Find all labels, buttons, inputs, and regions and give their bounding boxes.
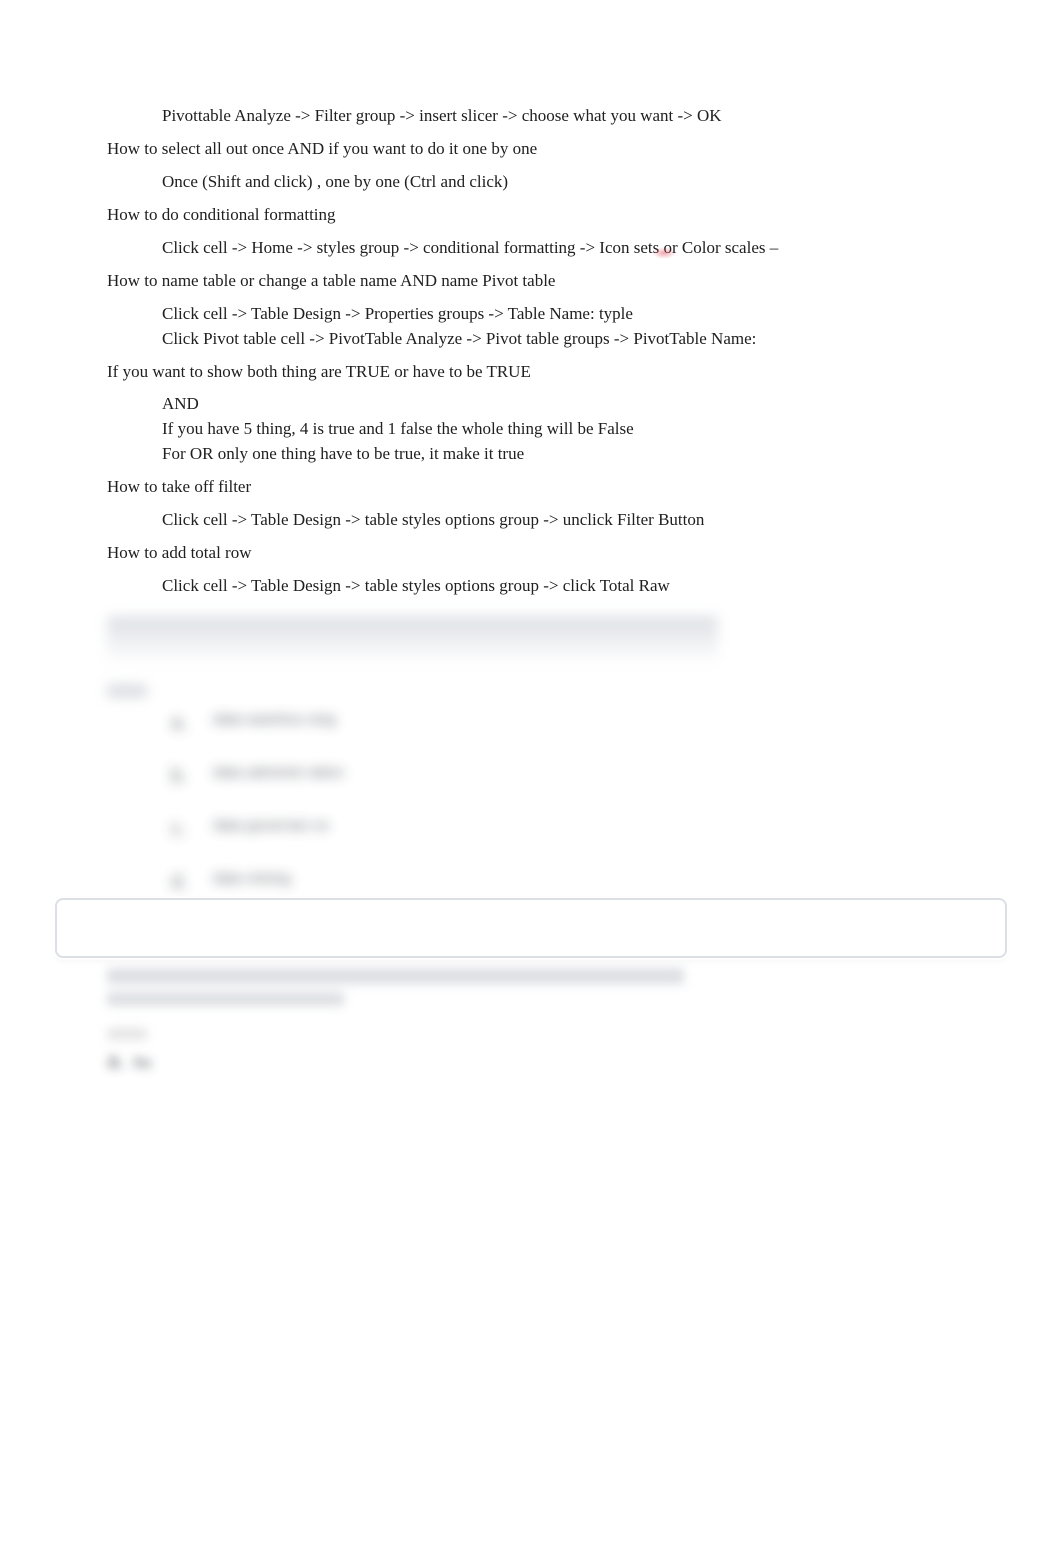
bullet-list: Click cell -> Table Design -> table styl…: [107, 575, 955, 598]
answer-letter: d.: [171, 869, 187, 896]
list-item-text: Click cell -> Home -> styles group -> co…: [162, 237, 778, 260]
text-span: or Color scales –: [664, 238, 779, 257]
list-item: AND: [107, 393, 955, 416]
heading-select-all: How to select all out once AND if you wa…: [107, 138, 955, 161]
paywall-overlay-bar: [55, 898, 1007, 958]
document-page: Pivottable Analyze -> Filter group -> in…: [0, 0, 1062, 1561]
blurred-preview: a. data warehou sing b. data administ ra…: [57, 616, 1005, 1086]
answer-row: d. data mining: [171, 869, 955, 896]
ghost-question-heading: [107, 616, 718, 664]
answer-letter: a.: [171, 710, 187, 737]
answer-letter: a.: [107, 1046, 129, 1076]
ghost-question2-subheading: [107, 992, 344, 1006]
answer-row: c. data governan ce: [171, 816, 955, 843]
heading-conditional-formatting: How to do conditional formatting: [107, 204, 955, 227]
heading-add-total-row: How to add total row: [107, 542, 955, 565]
list-item: Click cell -> Home -> styles group -> co…: [107, 237, 955, 260]
list-item: For OR only one thing have to be true, i…: [107, 443, 955, 466]
answer-text: data administ ration: [213, 763, 344, 783]
list-item-text: Once (Shift and click) , one by one (Ctr…: [162, 171, 508, 194]
ghost-question2-heading: [107, 968, 684, 984]
answer-text: data mining: [213, 869, 291, 889]
bullet-list: Once (Shift and click) , one by one (Ctr…: [107, 171, 955, 194]
list-item-text: AND: [162, 393, 199, 416]
heading-true-logic: If you want to show both thing are TRUE …: [107, 361, 955, 384]
answer-text: data warehou sing: [213, 710, 336, 730]
list-item-text: For OR only one thing have to be true, i…: [162, 443, 524, 466]
bullet-list: AND If you have 5 thing, 4 is true and 1…: [107, 393, 955, 466]
bullet-list: Pivottable Analyze -> Filter group -> in…: [107, 105, 955, 128]
list-item-text: Pivottable Analyze -> Filter group -> in…: [162, 105, 722, 128]
list-item-text: Click cell -> Table Design -> table styl…: [162, 509, 704, 532]
answer-row: b. data administ ration: [171, 763, 955, 790]
list-item: Once (Shift and click) , one by one (Ctr…: [107, 171, 955, 194]
answer-row: a. data warehou sing: [171, 710, 955, 737]
list-item-text: If you have 5 thing, 4 is true and 1 fal…: [162, 418, 634, 441]
list-item: Click cell -> Table Design -> table styl…: [107, 509, 955, 532]
blurred-content-top: a. data warehou sing b. data administ ra…: [107, 616, 955, 896]
bullet-list: Click cell -> Table Design -> Properties…: [107, 303, 955, 351]
answer-letter: c.: [171, 816, 187, 843]
list-item: Pivottable Analyze -> Filter group -> in…: [107, 105, 955, 128]
list-item: Click cell -> Table Design -> Properties…: [107, 303, 955, 326]
list-item-text: Click cell -> Table Design -> Properties…: [162, 303, 633, 326]
blurred-content-bottom: a. file: [107, 968, 955, 1076]
list-item: Click Pivot table cell -> PivotTable Ana…: [107, 328, 955, 351]
heading-take-off-filter: How to take off filter: [107, 476, 955, 499]
answer-letter: b.: [171, 763, 187, 790]
list-item: Click cell -> Table Design -> table styl…: [107, 575, 955, 598]
bullet-list: Click cell -> Home -> styles group -> co…: [107, 237, 955, 260]
list-item: If you have 5 thing, 4 is true and 1 fal…: [107, 418, 955, 441]
text-span: Click cell -> Home -> styles group -> co…: [162, 238, 664, 257]
list-item-text: Click Pivot table cell -> PivotTable Ana…: [162, 328, 756, 351]
list-item-text: Click cell -> Table Design -> table styl…: [162, 575, 670, 598]
ghost-answer-label: [107, 1028, 147, 1040]
ghost-answer-label: [107, 684, 147, 698]
answer-row: a. file: [107, 1046, 955, 1076]
bullet-list: Click cell -> Table Design -> table styl…: [107, 509, 955, 532]
answer-text: file: [133, 1055, 152, 1072]
heading-name-table: How to name table or change a table name…: [107, 270, 955, 293]
answer-text: data governan ce: [213, 816, 329, 836]
